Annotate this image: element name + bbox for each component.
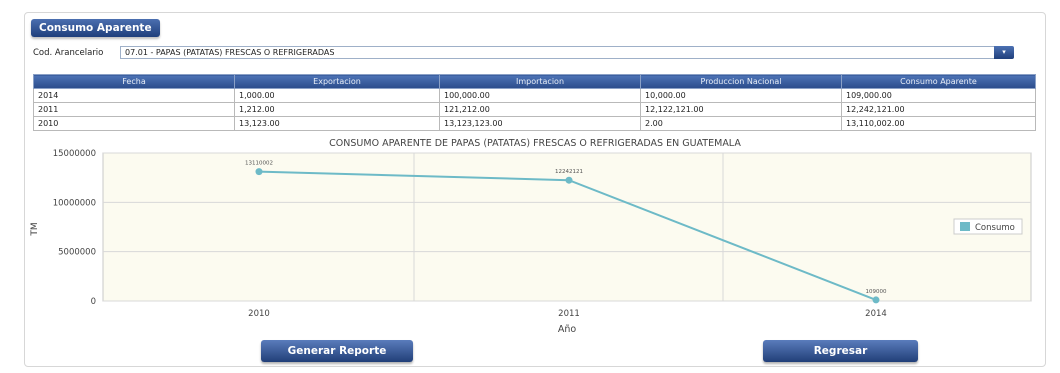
header-consumo: Consumo Aparente (841, 74, 1036, 89)
consumo-chart: CONSUMO APARENTE DE PAPAS (PATATAS) FRES… (30, 138, 1032, 335)
cell-importacion: 100,000.00 (439, 88, 641, 103)
cell-exportacion: 1,000.00 (234, 88, 440, 103)
data-table: Fecha Exportacion Importacion Produccion… (33, 74, 1036, 131)
x-tick-label: 2010 (248, 309, 270, 319)
cell-fecha: 2014 (33, 88, 235, 103)
header-importacion: Importacion (439, 74, 641, 89)
x-axis-label: Año (558, 324, 577, 335)
chart-container: CONSUMO APARENTE DE PAPAS (PATATAS) FRES… (0, 134, 1060, 339)
cell-exportacion: 13,123.00 (234, 116, 440, 131)
data-label: 13110002 (245, 161, 273, 167)
cell-consumo: 109,000.00 (841, 88, 1036, 103)
cell-produccion: 12,122,121.00 (640, 102, 842, 117)
cell-importacion: 13,123,123.00 (439, 116, 641, 131)
cell-fecha: 2011 (33, 102, 235, 117)
data-label: 12242121 (555, 169, 583, 175)
legend-label: Consumo (975, 223, 1015, 233)
table-row: 2011 1,212.00 121,212.00 12,122,121.00 1… (33, 102, 1036, 117)
x-tick-label: 2014 (865, 309, 887, 319)
y-tick-label: 15000000 (53, 149, 96, 159)
generar-reporte-button[interactable]: Generar Reporte (261, 340, 413, 362)
y-tick-label: 0 (91, 297, 96, 307)
data-label: 109000 (866, 289, 887, 295)
legend-swatch (960, 222, 970, 231)
chart-legend: Consumo (953, 218, 1023, 235)
y-tick-label: 10000000 (53, 198, 96, 208)
y-tick-label: 5000000 (58, 248, 96, 258)
header-produccion: Produccion Nacional (640, 74, 842, 89)
data-point (565, 176, 573, 184)
cell-consumo: 12,242,121.00 (841, 102, 1036, 117)
cell-produccion: 2.00 (640, 116, 842, 131)
data-point (872, 296, 880, 304)
chevron-down-icon[interactable]: ▾ (994, 46, 1014, 59)
header-fecha: Fecha (33, 74, 235, 89)
regresar-button[interactable]: Regresar (763, 340, 918, 362)
table-row: 2010 13,123.00 13,123,123.00 2.00 13,110… (33, 116, 1036, 131)
header-exportacion: Exportacion (234, 74, 440, 89)
table-header-row: Fecha Exportacion Importacion Produccion… (33, 74, 1036, 89)
y-axis-label: TM (30, 222, 40, 236)
table-row: 2014 1,000.00 100,000.00 10,000.00 109,0… (33, 88, 1036, 103)
chart-title: CONSUMO APARENTE DE PAPAS (PATATAS) FRES… (329, 138, 741, 149)
cod-arancelario-select[interactable]: 07.01 - PAPAS (PATATAS) FRESCAS O REFRIG… (120, 46, 995, 59)
cod-arancelario-label: Cod. Arancelario (33, 48, 104, 58)
data-point (255, 168, 263, 176)
cell-produccion: 10,000.00 (640, 88, 842, 103)
cell-fecha: 2010 (33, 116, 235, 131)
section-tab[interactable]: Consumo Aparente (31, 19, 160, 37)
cell-exportacion: 1,212.00 (234, 102, 440, 117)
x-tick-label: 2011 (558, 309, 580, 319)
cell-importacion: 121,212.00 (439, 102, 641, 117)
cell-consumo: 13,110,002.00 (841, 116, 1036, 131)
cod-arancelario-row: Cod. Arancelario 07.01 - PAPAS (PATATAS)… (33, 46, 1014, 60)
